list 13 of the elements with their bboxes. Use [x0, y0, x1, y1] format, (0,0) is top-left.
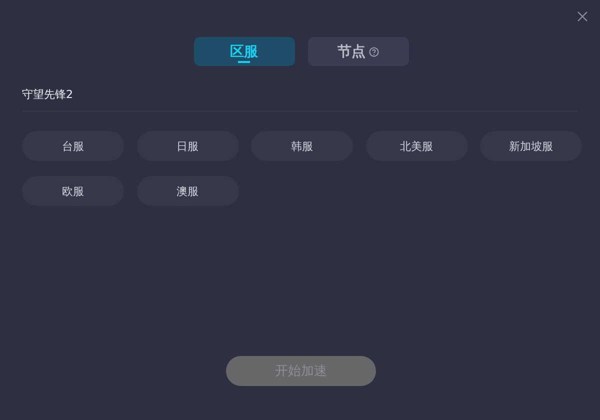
active-indicator	[238, 61, 250, 63]
tab[interactable]: 节点	[308, 37, 408, 66]
server-option[interactable]: 欧服	[22, 176, 124, 206]
server-option[interactable]: 台服	[22, 131, 124, 161]
help-icon[interactable]	[368, 46, 378, 56]
tab[interactable]: 区服	[194, 37, 294, 66]
server-option[interactable]: 日服	[136, 131, 238, 161]
server-option[interactable]: 新加坡服	[480, 131, 582, 161]
server-option[interactable]: 澳服	[136, 176, 238, 206]
close-icon[interactable]	[577, 11, 588, 22]
server-option[interactable]: 北美服	[366, 131, 468, 161]
game-title: 守望先锋2	[22, 87, 74, 103]
server-option[interactable]: 韩服	[251, 131, 353, 161]
